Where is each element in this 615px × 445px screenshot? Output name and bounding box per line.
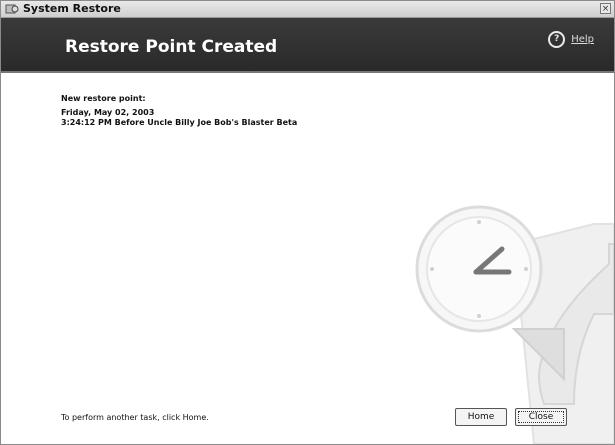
close-button[interactable]: Close bbox=[515, 408, 567, 426]
home-button[interactable]: Home bbox=[455, 408, 507, 426]
system-restore-icon bbox=[5, 4, 19, 14]
restore-point-date: Friday, May 02, 2003 bbox=[61, 108, 155, 117]
help-label[interactable]: Help bbox=[571, 34, 594, 45]
page-title: Restore Point Created bbox=[65, 37, 278, 57]
page-header: Restore Point Created ? Help bbox=[1, 18, 614, 73]
help-link[interactable]: ? Help bbox=[548, 31, 594, 48]
system-restore-window: System Restore × Restore Point Created ?… bbox=[0, 0, 615, 445]
restore-point-details: New restore point: Friday, May 02, 2003 … bbox=[61, 94, 297, 128]
close-icon[interactable]: × bbox=[600, 3, 611, 14]
title-bar[interactable]: System Restore × bbox=[1, 1, 614, 18]
window-title: System Restore bbox=[23, 2, 121, 15]
footer-instruction: To perform another task, click Home. bbox=[61, 413, 209, 422]
help-icon[interactable]: ? bbox=[548, 31, 566, 48]
restore-point-label: New restore point: bbox=[61, 94, 146, 103]
restore-point-time-name: 3:24:12 PM Before Uncle Billy Joe Bob's … bbox=[61, 118, 298, 127]
